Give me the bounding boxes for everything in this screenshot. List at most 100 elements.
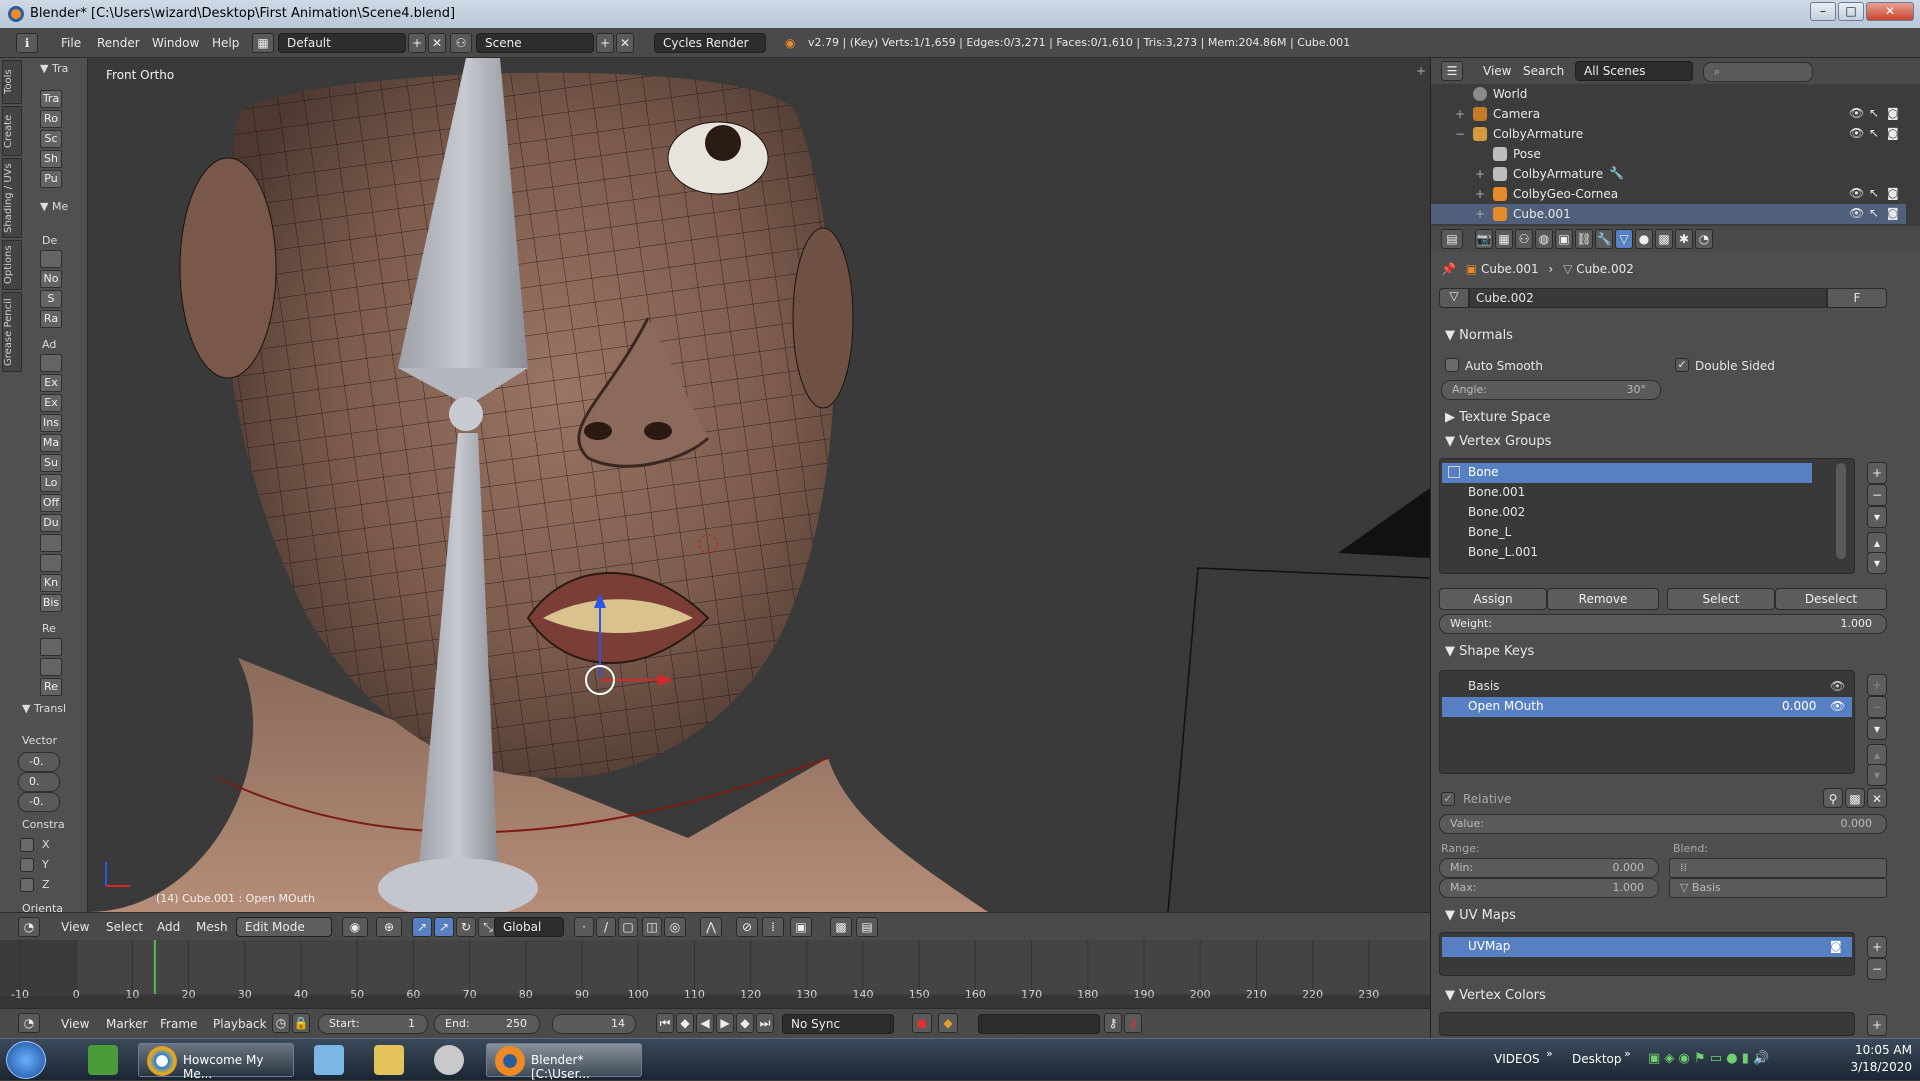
constraints-tab-icon[interactable]: ⛓	[1575, 229, 1593, 249]
bisect-button[interactable]: Bis	[40, 594, 62, 612]
move-shape-key-down-button[interactable]: ▾	[1867, 764, 1887, 786]
selectable-arrow-icon[interactable]: ↖	[1869, 126, 1879, 140]
outliner-row-world[interactable]: World	[1431, 84, 1906, 104]
uv-maps-list[interactable]: UVMap ◙	[1439, 932, 1855, 976]
push-pull-button[interactable]: Pu	[40, 170, 62, 188]
3d-viewport[interactable]: Front Ortho (14) Cube.001 : Open MOuth +	[88, 58, 1430, 912]
tray-icons[interactable]: ▣ ◈ ◉ ⚑ ▭ ● ▮ 🔊	[1648, 1051, 1769, 1066]
close-button[interactable]: ✕	[1866, 2, 1914, 21]
scale-button[interactable]: Sc	[40, 130, 62, 148]
viewport-menu-mesh[interactable]: Mesh	[196, 920, 228, 934]
relative-key-field[interactable]: ▽ Basis	[1669, 878, 1887, 898]
renderable-camera-icon[interactable]: ◙	[1887, 186, 1899, 200]
current-frame-field[interactable]: 14	[552, 1014, 636, 1034]
move-vertex-group-up-button[interactable]: ▴	[1867, 532, 1887, 554]
face-select-icon[interactable]: ▢	[618, 917, 638, 937]
add-shape-key-button[interactable]: +	[1867, 674, 1887, 696]
translate-button[interactable]: Tra	[40, 90, 62, 108]
limit-selection-icon[interactable]: ◫	[642, 917, 662, 937]
normal-button[interactable]: No	[40, 270, 62, 288]
make-edge-face-button[interactable]: Ma	[40, 434, 62, 452]
subdivide-button[interactable]: Su	[40, 454, 62, 472]
file-explorer-icon[interactable]	[374, 1045, 404, 1075]
manipulator-toggle-icon[interactable]: ↗	[412, 917, 432, 937]
remove-vertex-group-button[interactable]: −	[1867, 484, 1887, 506]
selectable-arrow-icon[interactable]: ↖	[1869, 206, 1879, 220]
screen-layout-icon[interactable]: ▦	[252, 33, 274, 53]
delete-keyframe-icon[interactable]: ⚷	[1124, 1013, 1142, 1033]
normals-panel-header[interactable]: ▼ Normals	[1445, 328, 1513, 343]
shape-key-mute-eye-icon[interactable]: 👁	[1830, 699, 1845, 713]
mesh-tools-panel-header[interactable]: ▼ Me	[40, 200, 68, 213]
rotate-manipulator-icon[interactable]: ↻	[456, 917, 476, 937]
constraint-y-checkbox[interactable]	[20, 858, 34, 872]
jump-keyframe-forward-icon[interactable]: ◆	[736, 1013, 754, 1033]
end-frame-field[interactable]: End: 250	[434, 1014, 540, 1034]
assign-button[interactable]: Assign	[1439, 588, 1547, 610]
shape-keys-list[interactable]: Basis 👁 Open MOuth 0.000 👁	[1439, 670, 1855, 774]
uv-map-render-camera-icon[interactable]: ◙	[1830, 939, 1842, 953]
shape-key-value-field[interactable]: Value: 0.000	[1439, 814, 1887, 834]
visibility-eye-icon[interactable]: 👁	[1849, 126, 1864, 140]
duplicate-button[interactable]: Du	[40, 514, 62, 532]
object-tab-icon[interactable]: ▣	[1555, 229, 1573, 249]
remove-tool-button-1[interactable]	[40, 638, 62, 656]
add-tool-button-3[interactable]	[40, 554, 62, 572]
relative-checkbox[interactable]: ✓	[1441, 792, 1455, 806]
snap-icon[interactable]: ⋀	[700, 917, 722, 937]
tab-options[interactable]: Options	[2, 240, 22, 290]
pivot-point-icon[interactable]: ⊕	[376, 917, 402, 937]
shrink-button[interactable]: Sh	[40, 150, 62, 168]
outliner-search-input[interactable]: ⌕	[1703, 62, 1813, 82]
vertex-group-row[interactable]: Bone.002	[1442, 503, 1812, 523]
texture-tab-icon[interactable]: ▩	[1655, 229, 1673, 249]
blend-vertex-group-field[interactable]: ⁞⁞	[1669, 858, 1887, 878]
tab-create[interactable]: Create	[2, 106, 22, 156]
menu-file[interactable]: File	[61, 36, 81, 50]
blender-task-button[interactable]: Blender* [C:\User...	[486, 1043, 642, 1081]
selectable-arrow-icon[interactable]: ↖	[1869, 186, 1879, 200]
scene-tab-icon[interactable]: ⚇	[1515, 229, 1533, 249]
videos-toolbar-label[interactable]: VIDEOS	[1494, 1052, 1540, 1066]
timeline-menu-playback[interactable]: Playback	[213, 1017, 267, 1031]
rotate-button[interactable]: Ro	[40, 110, 62, 128]
opengl-render-icon[interactable]: ▩	[830, 917, 852, 937]
renderable-camera-icon[interactable]: ◙	[1887, 106, 1899, 120]
auto-smooth-checkbox[interactable]	[1445, 358, 1459, 372]
menu-help[interactable]: Help	[212, 36, 239, 50]
vertex-group-row[interactable]: Bone_L	[1442, 523, 1812, 543]
constraint-x-checkbox[interactable]	[20, 838, 34, 852]
vertex-select-icon[interactable]: ·	[574, 917, 594, 937]
randomize-button[interactable]: Ra	[40, 310, 62, 328]
clear-shape-keys-icon[interactable]: ✕	[1867, 788, 1887, 808]
timeline-menu-frame[interactable]: Frame	[160, 1017, 197, 1031]
mesh-name-field[interactable]: Cube.002	[1469, 288, 1827, 308]
remove-doubles-button[interactable]: Re	[40, 678, 62, 696]
selectable-arrow-icon[interactable]: ↖	[1869, 106, 1879, 120]
minimize-button[interactable]: –	[1810, 2, 1836, 21]
notepad-app-icon[interactable]	[314, 1045, 344, 1075]
outliner-row-camera[interactable]: + Camera 👁 ↖ ◙	[1431, 104, 1906, 124]
outliner-row-cube001[interactable]: + Cube.001 👁 ↖ ◙	[1431, 204, 1906, 224]
world-tab-icon[interactable]: ◍	[1535, 229, 1553, 249]
outliner-editor-type-icon[interactable]: ☰	[1441, 61, 1463, 81]
outliner-menu-view[interactable]: View	[1483, 64, 1511, 78]
viewport-corner-plus-icon[interactable]: +	[1416, 64, 1426, 78]
viewport-editor-type-icon[interactable]: ◔	[18, 917, 40, 937]
vertex-colors-panel-header[interactable]: ▼ Vertex Colors	[1445, 988, 1546, 1003]
lock-range-icon[interactable]: 🔒	[292, 1013, 310, 1033]
vertex-group-row[interactable]: Bone.001	[1442, 483, 1812, 503]
renderable-camera-icon[interactable]: ◙	[1887, 126, 1899, 140]
play-reverse-icon[interactable]: ◀	[696, 1013, 714, 1033]
viewport-menu-add[interactable]: Add	[157, 920, 180, 934]
particles-tab-icon[interactable]: ✱	[1675, 229, 1693, 249]
insert-keyframe-icon[interactable]: ⚷	[1104, 1013, 1122, 1033]
active-keying-set-field[interactable]	[978, 1014, 1100, 1034]
outliner-row-pose[interactable]: Pose	[1431, 144, 1906, 164]
move-vertex-group-down-button[interactable]: ▾	[1867, 552, 1887, 574]
vector-y-field[interactable]: 0.	[18, 772, 60, 792]
jump-keyframe-back-icon[interactable]: ◆	[676, 1013, 694, 1033]
timeline[interactable]: -10 0 10 20 30 40 50 60 70 80 90 100 110 120 130 140 150…	[0, 940, 1430, 1008]
physics-tab-icon[interactable]: ◔	[1695, 229, 1713, 249]
menu-render[interactable]: Render	[97, 36, 140, 50]
